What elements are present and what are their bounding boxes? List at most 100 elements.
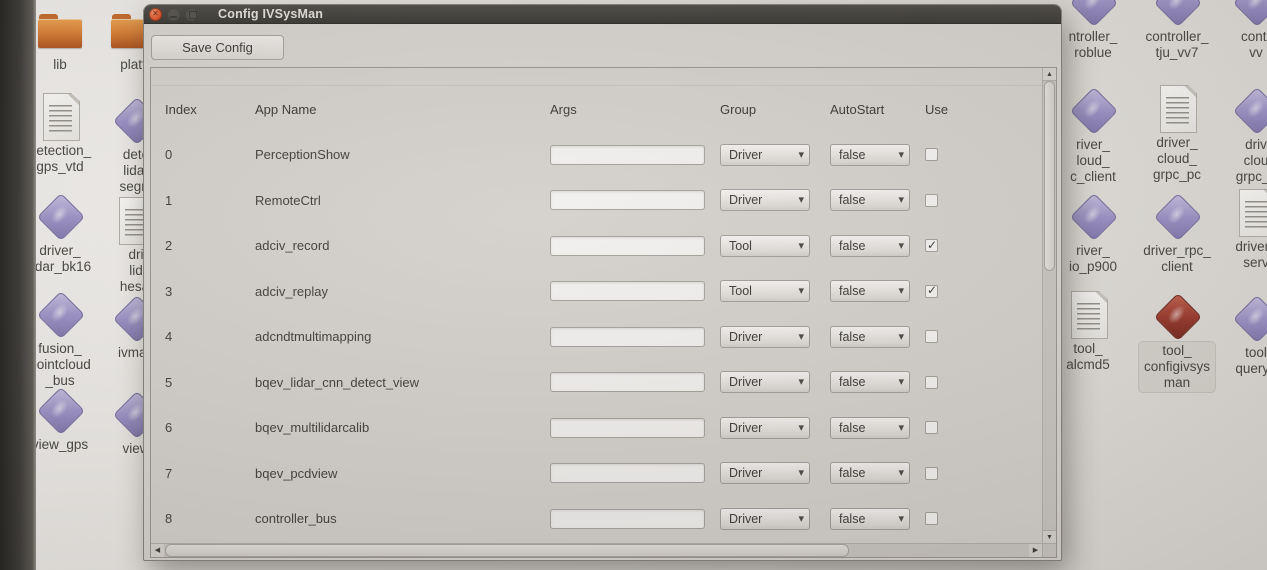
use-checkbox[interactable] — [925, 148, 938, 161]
row-index: 1 — [165, 193, 255, 208]
scroll-up-icon[interactable] — [1043, 68, 1056, 81]
autostart-value: false — [839, 330, 865, 344]
use-checkbox[interactable] — [925, 285, 938, 298]
group-dropdown[interactable]: Driver — [720, 462, 810, 484]
row-index: 8 — [165, 511, 255, 526]
group-value: Driver — [729, 193, 762, 207]
group-dropdown[interactable]: Driver — [720, 189, 810, 211]
app-config-table: Index App Name Args Group AutoStart Use … — [150, 67, 1057, 558]
icon-label: lib — [48, 56, 72, 74]
vertical-scroll-track[interactable] — [1043, 271, 1056, 530]
args-input[interactable] — [550, 145, 705, 165]
use-checkbox[interactable] — [925, 330, 938, 343]
vertical-scrollbar[interactable] — [1042, 68, 1056, 543]
group-value: Driver — [729, 375, 762, 389]
document-icon — [1064, 290, 1112, 338]
use-checkbox[interactable] — [925, 376, 938, 389]
row-index: 6 — [165, 420, 255, 435]
autostart-dropdown[interactable]: false — [830, 144, 910, 166]
args-input[interactable] — [550, 418, 705, 438]
group-dropdown[interactable]: Tool — [720, 235, 810, 257]
autostart-dropdown[interactable]: false — [830, 371, 910, 393]
table-row: 6 bqev_multilidarcalib Driver false — [151, 405, 1042, 451]
row-index: 5 — [165, 375, 255, 390]
use-checkbox[interactable] — [925, 512, 938, 525]
table-rows: 0 PerceptionShow Driver false 1 RemoteCt… — [151, 132, 1042, 542]
autostart-dropdown[interactable]: false — [830, 417, 910, 439]
diamond-icon — [1069, 192, 1117, 240]
folder-icon — [36, 6, 84, 54]
args-input[interactable] — [550, 509, 705, 529]
row-index: 0 — [165, 147, 255, 162]
group-dropdown[interactable]: Driver — [720, 508, 810, 530]
window-titlebar[interactable]: Config IVSysMan — [144, 5, 1061, 24]
diamond-icon — [36, 192, 84, 240]
diamond-icon — [1153, 192, 1201, 240]
diamond-icon — [1069, 0, 1117, 26]
use-checkbox[interactable] — [925, 194, 938, 207]
horizontal-scroll-track[interactable] — [850, 544, 1029, 557]
autostart-dropdown[interactable]: false — [830, 235, 910, 257]
autostart-dropdown[interactable]: false — [830, 462, 910, 484]
group-dropdown[interactable]: Driver — [720, 144, 810, 166]
table-row: 7 bqev_pcdview Driver false — [151, 451, 1042, 497]
table-row: 1 RemoteCtrl Driver false — [151, 178, 1042, 224]
autostart-dropdown[interactable]: false — [830, 280, 910, 302]
icon-label: river_ io_p900 — [1064, 242, 1122, 276]
group-dropdown[interactable]: Driver — [720, 326, 810, 348]
icon-label: driv clou grpc_s — [1231, 136, 1267, 186]
use-checkbox[interactable] — [925, 467, 938, 480]
autostart-dropdown[interactable]: false — [830, 508, 910, 530]
row-app-name: controller_bus — [255, 511, 550, 526]
desktop-icon-driver_serv[interactable]: driver_ serv — [1201, 188, 1267, 272]
row-index: 2 — [165, 238, 255, 253]
diamond-icon — [1232, 0, 1267, 26]
close-icon[interactable] — [149, 8, 162, 21]
row-index: 7 — [165, 466, 255, 481]
icon-label: driver_ serv — [1230, 238, 1267, 272]
use-checkbox[interactable] — [925, 239, 938, 252]
autostart-dropdown[interactable]: false — [830, 326, 910, 348]
group-value: Driver — [729, 421, 762, 435]
diamond-icon — [36, 290, 84, 338]
args-input[interactable] — [550, 372, 705, 392]
group-dropdown[interactable]: Driver — [720, 417, 810, 439]
args-input[interactable] — [550, 236, 705, 256]
desktop-icon-tool_queryn[interactable]: tool queryn — [1201, 294, 1267, 378]
column-header-index: Index — [165, 102, 255, 117]
desktop-icon-driv_clou_grpc_s[interactable]: driv clou grpc_s — [1201, 86, 1267, 186]
horizontal-scroll-thumb[interactable] — [165, 544, 849, 557]
icon-label: river_ loud_ c_client — [1065, 136, 1121, 186]
autostart-value: false — [839, 512, 865, 526]
vertical-scroll-thumb[interactable] — [1044, 81, 1055, 271]
diamond-red-icon — [1153, 292, 1201, 340]
autostart-value: false — [839, 421, 865, 435]
args-input[interactable] — [550, 281, 705, 301]
maximize-icon[interactable] — [185, 8, 198, 21]
autostart-value: false — [839, 375, 865, 389]
document-icon — [1232, 188, 1267, 236]
icon-label: ntroller_ roblue — [1064, 28, 1123, 62]
group-dropdown[interactable]: Driver — [720, 371, 810, 393]
scroll-down-icon[interactable] — [1043, 530, 1056, 543]
group-dropdown[interactable]: Tool — [720, 280, 810, 302]
args-input[interactable] — [550, 327, 705, 347]
minimize-icon[interactable] — [167, 8, 180, 21]
table-row: 5 bqev_lidar_cnn_detect_view Driver fals… — [151, 360, 1042, 406]
row-app-name: RemoteCtrl — [255, 193, 550, 208]
document-icon — [1153, 84, 1201, 132]
args-input[interactable] — [550, 463, 705, 483]
row-app-name: adciv_record — [255, 238, 550, 253]
row-app-name: bqev_pcdview — [255, 466, 550, 481]
use-checkbox[interactable] — [925, 421, 938, 434]
group-value: Driver — [729, 148, 762, 162]
window-title: Config IVSysMan — [218, 7, 323, 21]
scroll-right-icon[interactable] — [1029, 544, 1042, 557]
save-config-button[interactable]: Save Config — [151, 35, 284, 60]
autostart-dropdown[interactable]: false — [830, 189, 910, 211]
horizontal-scrollbar[interactable] — [151, 543, 1042, 557]
desktop-icon-contr_vv[interactable]: contr vv — [1201, 0, 1267, 62]
group-value: Driver — [729, 512, 762, 526]
args-input[interactable] — [550, 190, 705, 210]
scroll-left-icon[interactable] — [151, 544, 164, 557]
